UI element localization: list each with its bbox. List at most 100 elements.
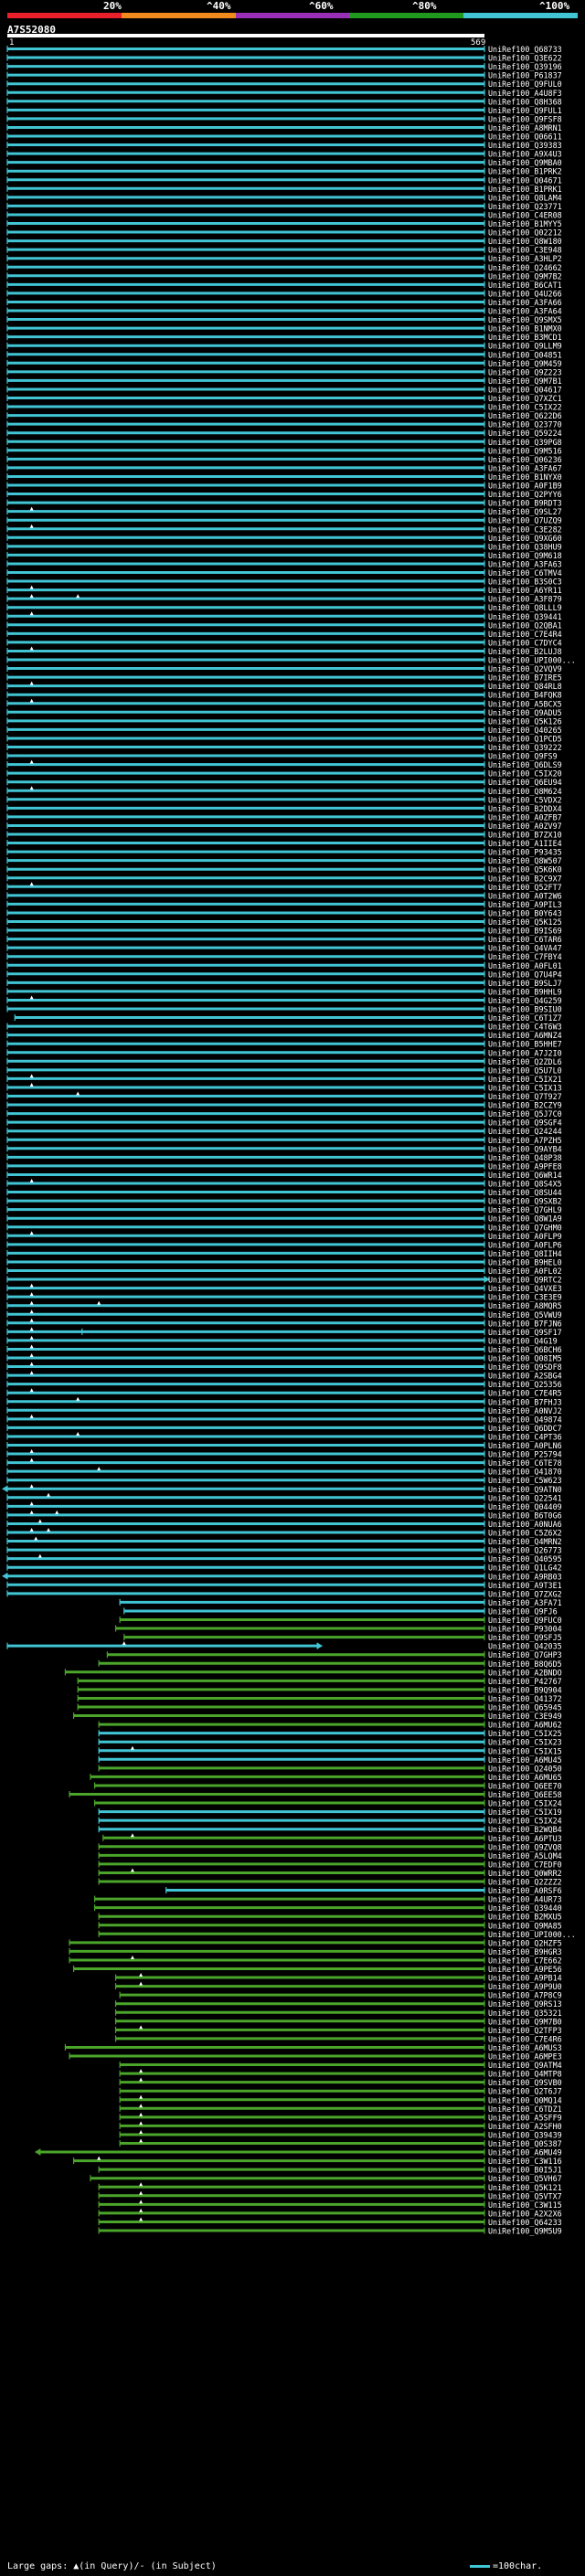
- hit-label[interactable]: UniRef100_Q6EE58: [488, 1790, 562, 1799]
- hit-row[interactable]: UniRef100_A5LQM4: [98, 1851, 562, 1860]
- hit-row[interactable]: UniRef100_Q39439: [119, 2129, 562, 2140]
- hit-row[interactable]: UniRef100_Q04409: [6, 1501, 562, 1511]
- hit-label[interactable]: UniRef100_Q9FS9: [488, 752, 558, 761]
- hit-label[interactable]: UniRef100_Q9M7B0: [488, 2017, 562, 2026]
- hit-row[interactable]: UniRef100_B2CZY9: [6, 1101, 562, 1110]
- hit-row[interactable]: UniRef100_B9IS69: [6, 927, 562, 936]
- hit-label[interactable]: UniRef100_Q39440: [488, 1903, 562, 1913]
- hit-row[interactable]: UniRef100_A6YR11: [6, 585, 562, 596]
- hit-row[interactable]: UniRef100_Q9M516: [6, 446, 562, 455]
- hit-label[interactable]: UniRef100_Q39PG8: [488, 438, 562, 447]
- hit-label[interactable]: UniRef100_Q1LG42: [488, 1564, 562, 1573]
- hit-row[interactable]: UniRef100_Q9SXB2: [6, 1197, 562, 1206]
- hit-row[interactable]: UniRef100_Q8S4X5: [6, 1179, 562, 1189]
- hit-row[interactable]: UniRef100_Q9M5U9: [98, 2227, 562, 2236]
- hit-row[interactable]: UniRef100_C5IX23: [98, 1738, 562, 1747]
- hit-row[interactable]: UniRef100_A9T3E1: [6, 1581, 562, 1590]
- hit-row[interactable]: UniRef100_C7FBY4: [6, 952, 562, 961]
- hit-label[interactable]: UniRef100_Q2VQV9: [488, 664, 562, 673]
- hit-row[interactable]: UniRef100_C4ER08: [6, 210, 562, 219]
- hit-row[interactable]: UniRef100_C5IX24: [98, 1817, 562, 1826]
- hit-row[interactable]: UniRef100_C5IX25: [98, 1729, 562, 1738]
- hit-row[interactable]: UniRef100_Q7GHL9: [6, 1205, 562, 1214]
- hit-row[interactable]: UniRef100_Q23771: [6, 202, 562, 211]
- hit-row[interactable]: UniRef100_Q9FS9: [6, 752, 558, 761]
- hit-row[interactable]: UniRef100_Q6DLS9: [6, 759, 562, 770]
- hit-row[interactable]: UniRef100_P93435: [6, 848, 562, 857]
- hit-row[interactable]: UniRef100_C5IX19: [98, 1807, 562, 1817]
- hit-label[interactable]: UniRef100_C3W115: [488, 2200, 562, 2210]
- hit-row[interactable]: UniRef100_A3HLP2: [6, 254, 562, 263]
- hit-row[interactable]: UniRef100_Q8W180: [6, 237, 562, 246]
- hit-label[interactable]: UniRef100_C7E4R5: [488, 1389, 562, 1398]
- hit-label[interactable]: UniRef100_B0Y643: [488, 908, 562, 917]
- hit-label[interactable]: UniRef100_A0FLP9: [488, 1232, 562, 1241]
- hit-label[interactable]: UniRef100_Q08IM5: [488, 1354, 562, 1363]
- hit-label[interactable]: UniRef100_Q9SDF8: [488, 1362, 562, 1372]
- hit-label[interactable]: UniRef100_C7E662: [488, 1956, 562, 1965]
- hit-row[interactable]: UniRef100_Q24662: [6, 263, 562, 272]
- hit-label[interactable]: UniRef100_C7EDF0: [488, 1860, 562, 1869]
- hit-label[interactable]: UniRef100_Q41870: [488, 1468, 562, 1477]
- hit-row[interactable]: UniRef100_Q02212: [6, 228, 562, 238]
- hit-row[interactable]: UniRef100_A0FL01: [6, 961, 562, 970]
- hit-row[interactable]: UniRef100_B9Q904: [77, 1685, 562, 1694]
- hit-row[interactable]: UniRef100_Q5J7C0: [6, 1109, 562, 1118]
- hit-label[interactable]: UniRef100_Q5K6K0: [488, 865, 562, 875]
- hit-row[interactable]: UniRef100_Q5U7L0: [6, 1065, 562, 1075]
- hit-label[interactable]: UniRef100_A4U8F3: [488, 89, 562, 98]
- hit-row[interactable]: UniRef100_Q8W1A9: [6, 1214, 562, 1224]
- hit-row[interactable]: UniRef100_Q8H368: [6, 97, 562, 106]
- hit-label[interactable]: UniRef100_A6MU49: [488, 2148, 562, 2157]
- hit-label[interactable]: UniRef100_Q24050: [488, 1764, 562, 1773]
- hit-label[interactable]: UniRef100_Q9RTC2: [488, 1276, 562, 1285]
- hit-row[interactable]: UniRef100_B7ZX10: [6, 831, 562, 840]
- hit-row[interactable]: UniRef100_A8MQR5: [6, 1300, 562, 1311]
- hit-row[interactable]: UniRef100_Q9SVB0: [119, 2077, 562, 2088]
- hit-label[interactable]: UniRef100_Q7ZXG2: [488, 1589, 562, 1598]
- hit-label[interactable]: UniRef100_Q9M516: [488, 446, 562, 455]
- hit-label[interactable]: UniRef100_Q39196: [488, 62, 562, 71]
- hit-label[interactable]: UniRef100_Q9SL27: [488, 507, 562, 516]
- hit-row[interactable]: UniRef100_A3FA64: [6, 307, 562, 316]
- hit-label[interactable]: UniRef100_A0FLP6: [488, 1240, 562, 1249]
- hit-row[interactable]: UniRef100_Q6EE70: [93, 1781, 562, 1790]
- hit-row[interactable]: UniRef100_A0ZV97: [6, 822, 562, 831]
- hit-row[interactable]: UniRef100_Q7T927: [6, 1091, 562, 1102]
- hit-row[interactable]: UniRef100_A6MNZ4: [6, 1031, 562, 1040]
- hit-label[interactable]: UniRef100_C7E4R6: [488, 2034, 562, 2043]
- hit-label[interactable]: UniRef100_C5IX24: [488, 1799, 562, 1808]
- hit-row[interactable]: UniRef100_Q4MTP8: [119, 2069, 562, 2079]
- hit-label[interactable]: UniRef100_Q38HU9: [488, 542, 562, 551]
- hit-row[interactable]: UniRef100_Q2VQV9: [6, 664, 562, 673]
- hit-row[interactable]: UniRef100_Q0MQ14: [119, 2094, 562, 2105]
- hit-label[interactable]: UniRef100_Q2ZZZ2: [488, 1878, 562, 1887]
- hit-label[interactable]: UniRef100_Q48P38: [488, 1153, 562, 1162]
- hit-row[interactable]: UniRef100_Q24050: [98, 1764, 562, 1773]
- hit-row[interactable]: UniRef100_C5Z6X2: [6, 1528, 562, 1538]
- hit-label[interactable]: UniRef100_C5IX24: [488, 1817, 562, 1826]
- hit-label[interactable]: UniRef100_Q84RL8: [488, 682, 562, 691]
- hit-row[interactable]: UniRef100_C5W623: [6, 1476, 562, 1485]
- hit-row[interactable]: UniRef100_Q2QBA1: [6, 620, 562, 630]
- hit-row[interactable]: UniRef100_C5IX15: [98, 1745, 562, 1756]
- hit-label[interactable]: UniRef100_A9X4U3: [488, 150, 562, 159]
- hit-row[interactable]: UniRef100_Q4VXE3: [6, 1283, 562, 1294]
- hit-label[interactable]: UniRef100_C7E4R4: [488, 630, 562, 639]
- hit-row[interactable]: UniRef100_Q7GHM0: [6, 1223, 562, 1232]
- hit-row[interactable]: UniRef100_A0ZFB7: [6, 812, 562, 822]
- hit-label[interactable]: UniRef100_Q6EE70: [488, 1781, 562, 1790]
- hit-row[interactable]: UniRef100_A0RSF6: [165, 1886, 562, 1895]
- hit-label[interactable]: UniRef100_P93004: [488, 1625, 562, 1634]
- hit-label[interactable]: UniRef100_C5IX13: [488, 1083, 562, 1092]
- hit-label[interactable]: UniRef100_Q65945: [488, 1703, 562, 1712]
- hit-label[interactable]: UniRef100_C4PT36: [488, 1432, 562, 1441]
- hit-label[interactable]: UniRef100_Q8W507: [488, 856, 562, 865]
- hit-label[interactable]: UniRef100_A0T2W6: [488, 891, 562, 900]
- hit-row[interactable]: UniRef100_A0FLP9: [6, 1231, 562, 1241]
- hit-row[interactable]: UniRef100_Q2PYY6: [6, 490, 562, 499]
- hit-row[interactable]: UniRef100_B3MCD1: [6, 333, 562, 342]
- hit-label[interactable]: UniRef100_A6PTU3: [488, 1834, 562, 1843]
- hit-label[interactable]: UniRef100_Q6EU94: [488, 778, 562, 787]
- hit-row[interactable]: UniRef100_Q22541: [6, 1492, 562, 1503]
